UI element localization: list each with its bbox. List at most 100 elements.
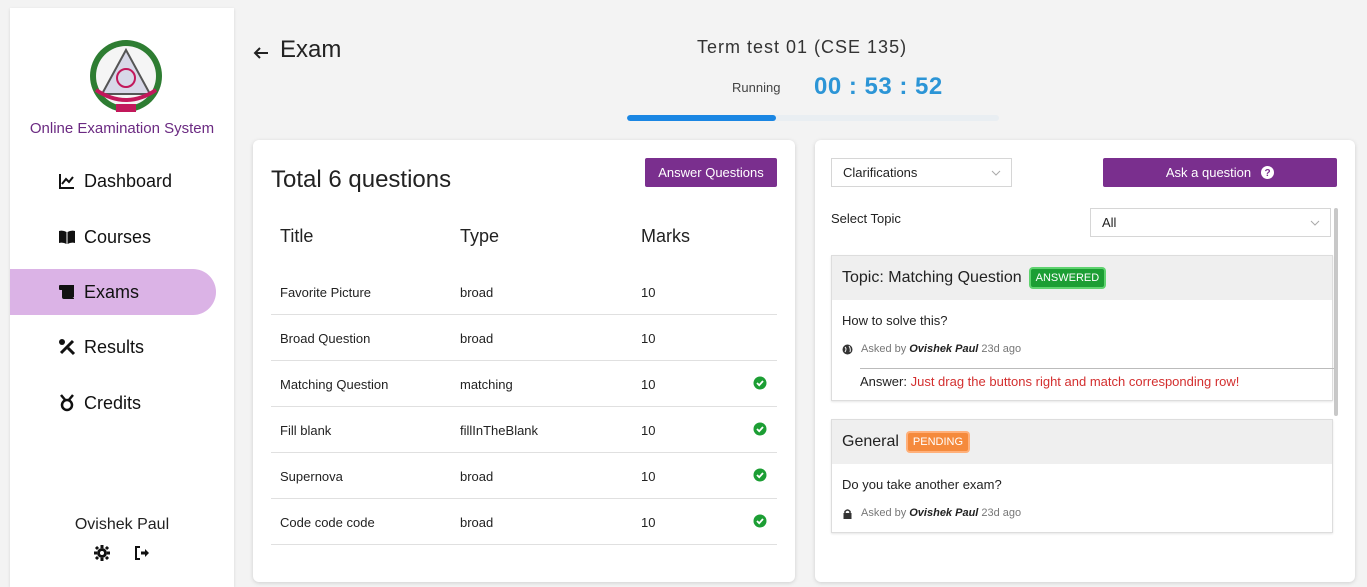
- clarification-meta: Asked by Ovishek Paul 23d ago: [842, 343, 1021, 355]
- questions-table-header: Title Type Marks: [271, 226, 777, 246]
- status-badge: PENDING: [907, 433, 969, 451]
- exam-progress-fill: [627, 115, 776, 121]
- clarification-title: General: [842, 433, 899, 450]
- logout-button[interactable]: [133, 544, 151, 562]
- topic-select[interactable]: All: [1090, 208, 1331, 237]
- asked-by-prefix: Asked by: [861, 507, 907, 519]
- total-questions-label: Total 6 questions: [271, 166, 452, 193]
- exam-progress-bar: [627, 115, 999, 121]
- sidebar-item-dashboard[interactable]: Dashboard: [10, 158, 216, 204]
- book-open-icon: [59, 230, 75, 244]
- clarification-card-header: Topic: Matching Question ANSWERED: [832, 256, 1332, 300]
- asked-time: 23d ago: [981, 507, 1022, 519]
- topic-select-value: All: [1102, 215, 1117, 230]
- questions-panel: Total 6 questions Answer Questions Title…: [253, 140, 795, 582]
- question-type: broad: [460, 515, 494, 530]
- clarification-card[interactable]: Topic: Matching Question ANSWERED How to…: [831, 255, 1334, 401]
- check-circle-icon: [753, 468, 767, 482]
- user-name: Ovishek Paul: [74, 516, 170, 533]
- sidebar-item-label: Exams: [84, 281, 140, 302]
- question-title: Code code code: [280, 515, 375, 530]
- sidebar: Online Examination System Dashboard Cour…: [10, 8, 234, 587]
- lock-icon: [843, 508, 852, 519]
- answer-questions-button[interactable]: Answer Questions: [645, 158, 777, 187]
- sign-out-icon: [135, 546, 149, 560]
- clarification-question: Do you take another exam?: [842, 477, 1002, 492]
- asker-name: Ovishek Paul: [909, 507, 979, 519]
- sidebar-item-results[interactable]: Results: [10, 324, 216, 370]
- answer-label: Answer:: [860, 374, 907, 389]
- clarifications-select-value: Clarifications: [843, 165, 918, 180]
- table-row[interactable]: Fill blank fillInTheBlank 10: [271, 407, 777, 453]
- question-marks: 10: [641, 515, 656, 530]
- question-type: broad: [460, 469, 494, 484]
- exam-timer: 00 : 53 : 52: [814, 73, 943, 100]
- clarification-question: How to solve this?: [842, 313, 948, 328]
- status-badge: ANSWERED: [1030, 269, 1105, 287]
- question-title: Favorite Picture: [280, 285, 372, 300]
- column-header-type: Type: [460, 226, 500, 246]
- ask-question-button[interactable]: Ask a question ?: [1103, 158, 1337, 187]
- question-circle-icon: ?: [1261, 166, 1275, 179]
- check-circle-icon: [753, 376, 767, 390]
- table-row[interactable]: Matching Question matching 10: [271, 361, 777, 407]
- check-circle-icon: [753, 422, 767, 436]
- sidebar-item-credits[interactable]: Credits: [10, 380, 216, 426]
- question-marks: 10: [641, 331, 656, 346]
- tools-icon: [59, 339, 76, 356]
- answer-text: Just drag the buttons right and match co…: [910, 374, 1240, 389]
- clarifications-select[interactable]: Clarifications: [831, 158, 1012, 187]
- sidebar-item-courses[interactable]: Courses: [10, 214, 216, 260]
- ribbon-icon: [60, 394, 74, 412]
- clarification-card[interactable]: General PENDING Do you take another exam…: [831, 419, 1333, 533]
- question-title: Broad Question: [280, 331, 371, 346]
- check-circle-icon: [753, 514, 767, 528]
- clarification-meta: Asked by Ovishek Paul 23d ago: [842, 507, 1021, 519]
- clarification-answer: Answer: Just drag the buttons right and …: [860, 368, 1334, 389]
- question-marks: 10: [641, 377, 656, 392]
- question-type: broad: [460, 285, 494, 300]
- university-logo-icon: [90, 40, 162, 112]
- exam-title: Term test 01 (CSE 135): [697, 37, 908, 57]
- clarification-card-header: General PENDING: [832, 420, 1332, 464]
- scrollbar[interactable]: [1334, 208, 1338, 416]
- table-row[interactable]: Supernova broad 10: [271, 453, 777, 499]
- chart-line-icon: [59, 174, 74, 189]
- question-marks: 10: [641, 469, 656, 484]
- sidebar-item-label: Results: [84, 336, 145, 357]
- brand-name: Online Examination System: [29, 120, 215, 137]
- asked-time: 23d ago: [981, 343, 1022, 355]
- sidebar-item-label: Credits: [84, 392, 142, 413]
- ask-question-label: Ask a question: [1165, 165, 1252, 180]
- table-row[interactable]: Favorite Picture broad 10: [271, 269, 777, 315]
- question-title: Supernova: [280, 469, 343, 484]
- back-arrow-icon[interactable]: [252, 44, 270, 62]
- settings-button[interactable]: [93, 544, 111, 562]
- globe-icon: [842, 344, 853, 354]
- question-marks: 10: [641, 423, 656, 438]
- question-marks: 10: [641, 285, 656, 300]
- table-row[interactable]: Code code code broad 10: [271, 499, 777, 545]
- asker-name: Ovishek Paul: [909, 343, 979, 355]
- question-type: matching: [460, 377, 513, 392]
- question-type: fillInTheBlank: [460, 423, 539, 438]
- column-header-title: Title: [280, 226, 314, 246]
- column-header-marks: Marks: [641, 226, 690, 246]
- chevron-down-icon: [1310, 220, 1320, 226]
- scroll-icon: [59, 285, 74, 299]
- exam-status: Running: [732, 80, 781, 95]
- table-row[interactable]: Broad Question broad 10: [271, 315, 777, 361]
- svg-text:?: ?: [1265, 168, 1271, 179]
- question-type: broad: [460, 331, 494, 346]
- gear-icon: [94, 545, 110, 561]
- asked-by-prefix: Asked by: [861, 343, 907, 355]
- sidebar-item-label: Dashboard: [84, 170, 173, 191]
- sidebar-item-exams[interactable]: Exams: [10, 269, 216, 315]
- page-title: Exam: [280, 36, 342, 63]
- clarifications-panel: Clarifications Ask a question ? Select T…: [815, 140, 1355, 582]
- chevron-down-icon: [991, 170, 1001, 176]
- sidebar-item-label: Courses: [84, 226, 152, 247]
- clarification-title: Topic: Matching Question: [842, 269, 1022, 286]
- question-title: Fill blank: [280, 423, 332, 438]
- user-actions: [93, 544, 151, 562]
